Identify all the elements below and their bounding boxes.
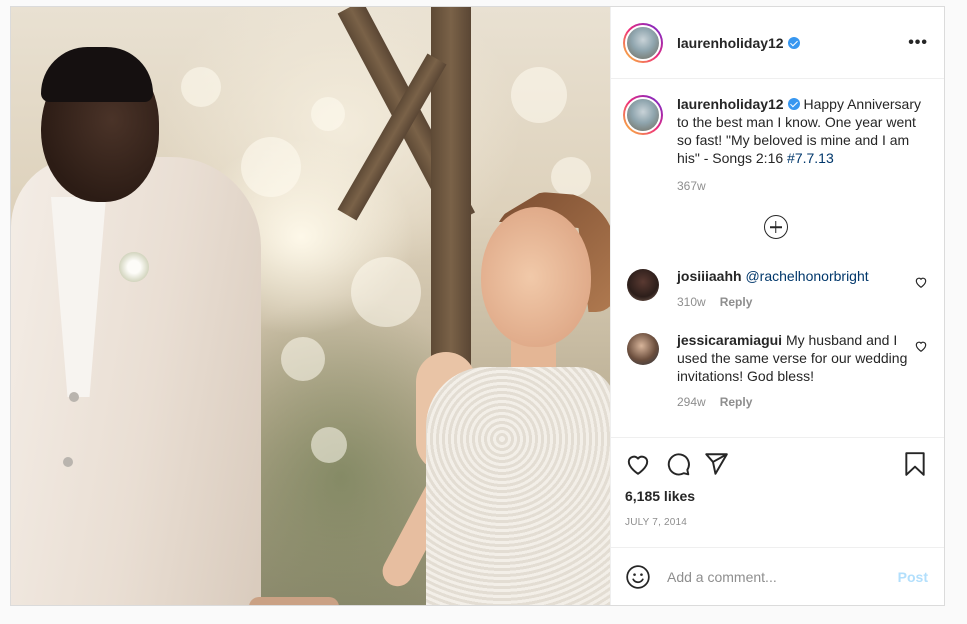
likes-count[interactable]: 6,185 likes [625, 488, 928, 504]
more-icon[interactable]: ••• [908, 34, 928, 52]
emoji-icon[interactable] [625, 564, 651, 590]
verified-badge-icon [787, 98, 800, 110]
author-username[interactable]: laurenholiday12 [677, 35, 784, 51]
comment-avatar[interactable] [627, 269, 659, 301]
verified-badge-icon [787, 36, 800, 49]
post-header: laurenholiday12 ••• [611, 7, 944, 79]
caption-username[interactable]: laurenholiday12 [677, 96, 784, 112]
comment-time[interactable]: 294w [677, 395, 706, 409]
caption-time[interactable]: 367w [677, 179, 928, 193]
suit-button [69, 392, 79, 402]
bokeh-light [551, 157, 591, 197]
bokeh-light [281, 337, 325, 381]
post-card: laurenholiday12 ••• laurenholiday12 Happ… [10, 6, 945, 606]
comment-like-icon[interactable] [914, 339, 928, 353]
bride-dress [426, 367, 610, 605]
post-actions: 6,185 likes JULY 7, 2014 [611, 437, 944, 547]
hashtag-link[interactable]: #7.7.13 [787, 150, 834, 166]
comment-icon[interactable] [665, 451, 691, 477]
comment-item: josiiiaahh @rachelhonorbright 310w Reply [623, 267, 928, 309]
comment-body: josiiiaahh @rachelhonorbright 310w Reply [677, 267, 909, 309]
caption: laurenholiday12 Happy Anniversary to the… [623, 95, 928, 167]
comment-input[interactable] [667, 568, 898, 585]
comment-like-icon[interactable] [914, 275, 928, 289]
comment-text: jessicaramiagui My husband and I used th… [677, 331, 909, 385]
bokeh-light [241, 137, 301, 197]
action-icons [625, 450, 928, 478]
comment-text: josiiiaahh @rachelhonorbright [677, 267, 909, 285]
bokeh-light [311, 427, 347, 463]
bokeh-light [351, 257, 421, 327]
comment-body: jessicaramiagui My husband and I used th… [677, 331, 909, 409]
comment-time[interactable]: 310w [677, 295, 706, 309]
bride-head [481, 207, 591, 347]
share-icon[interactable] [703, 451, 729, 477]
comment-meta: 294w Reply [677, 395, 909, 409]
comment-username[interactable]: josiiiaahh [677, 268, 742, 284]
load-more-icon[interactable] [763, 215, 788, 239]
add-comment-bar: Post [611, 547, 944, 605]
reply-button[interactable]: Reply [720, 395, 753, 409]
comment-meta: 310w Reply [677, 295, 909, 309]
reply-button[interactable]: Reply [720, 295, 753, 309]
bookmark-icon[interactable] [902, 451, 928, 477]
holding-hands [249, 597, 339, 605]
caption-text: laurenholiday12 Happy Anniversary to the… [677, 95, 928, 167]
bokeh-light [181, 67, 221, 107]
post-button[interactable]: Post [898, 569, 928, 585]
bokeh-light [311, 97, 345, 131]
post-photo[interactable] [11, 7, 610, 605]
comment-item: jessicaramiagui My husband and I used th… [623, 331, 928, 409]
mention-link[interactable]: @rachelhonorbright [745, 268, 868, 284]
comment-username[interactable]: jessicaramiagui [677, 332, 782, 348]
heart-icon[interactable] [625, 451, 651, 477]
load-more [623, 215, 928, 239]
comments-section: laurenholiday12 Happy Anniversary to the… [611, 79, 944, 437]
suit-button [63, 457, 73, 467]
avatar-image [625, 24, 661, 61]
author-avatar[interactable] [623, 22, 663, 63]
post-date[interactable]: JULY 7, 2014 [625, 517, 928, 528]
bokeh-light [511, 67, 567, 123]
comment-avatar[interactable] [627, 333, 659, 365]
groom-suit [11, 157, 261, 605]
groom-hair [41, 47, 153, 102]
boutonniere [119, 252, 149, 282]
post-sidebar: laurenholiday12 ••• laurenholiday12 Happ… [610, 7, 944, 605]
avatar-image [625, 97, 661, 133]
caption-avatar[interactable] [623, 95, 663, 135]
